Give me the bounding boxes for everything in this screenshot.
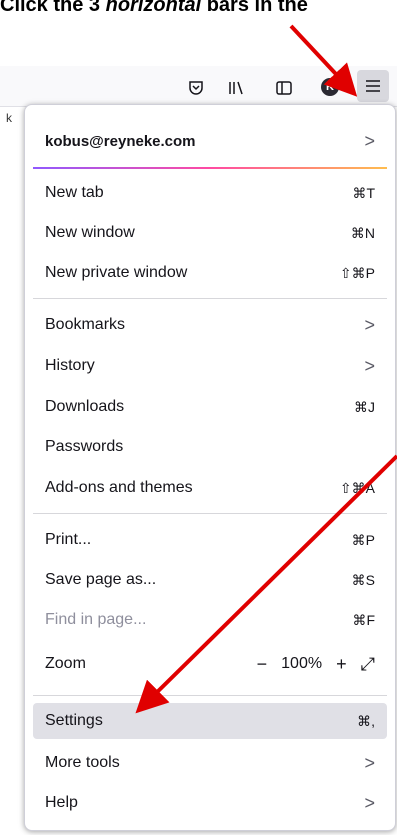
menu-item-more-tools[interactable]: More tools >	[33, 745, 387, 781]
library-icon[interactable]	[224, 76, 248, 100]
instruction-caption: Click the 3 horizontal bars in the	[0, 0, 308, 16]
account-avatar[interactable]: K	[321, 78, 339, 96]
menu-divider	[33, 513, 387, 514]
shortcut-label: ⇧⌘P	[339, 264, 375, 281]
chevron-right-icon: >	[364, 130, 375, 151]
menu-item-downloads[interactable]: Downloads ⌘J	[33, 389, 387, 425]
menu-item-print[interactable]: Print... ⌘P	[33, 522, 387, 558]
pocket-icon[interactable]	[184, 76, 208, 100]
menu-item-label: Passwords	[45, 438, 124, 455]
menu-item-label: History	[45, 357, 95, 374]
shortcut-label: ⌘P	[351, 531, 375, 548]
menu-item-new-tab[interactable]: New tab ⌘T	[33, 175, 387, 211]
menu-divider	[33, 695, 387, 696]
app-menu-panel: kobus@reyneke.com > New tab ⌘T New windo…	[24, 104, 396, 831]
zoom-controls: − 100% + ⤢	[257, 654, 375, 675]
zoom-level[interactable]: 100%	[281, 655, 322, 673]
menu-item-label: Settings	[45, 712, 103, 729]
shortcut-label: ⇧⌘A	[339, 479, 375, 496]
menu-item-label: Add-ons and themes	[45, 479, 193, 496]
menu-item-find-in-page[interactable]: Find in page... ⌘F	[33, 602, 387, 638]
shortcut-label: ⌘N	[350, 224, 375, 241]
shortcut-label: ⌘,	[357, 712, 375, 729]
menu-item-label: Save page as...	[45, 571, 157, 588]
fullscreen-icon[interactable]: ⤢	[361, 654, 375, 675]
menu-item-label: More tools	[45, 754, 120, 771]
chevron-right-icon: >	[364, 355, 375, 376]
shortcut-label: ⌘T	[352, 184, 375, 201]
zoom-in-button[interactable]: +	[336, 654, 347, 675]
shortcut-label: ⌘J	[354, 398, 375, 415]
chevron-right-icon: >	[364, 314, 375, 335]
menu-item-label: Bookmarks	[45, 316, 126, 333]
menu-item-bookmarks[interactable]: Bookmarks >	[33, 307, 387, 343]
menu-item-new-private-window[interactable]: New private window ⇧⌘P	[33, 255, 387, 291]
zoom-out-button[interactable]: −	[257, 654, 268, 675]
account-item[interactable]: kobus@reyneke.com >	[33, 123, 387, 159]
menu-item-zoom: Zoom − 100% + ⤢	[33, 646, 387, 682]
menu-item-label: New tab	[45, 184, 104, 201]
menu-item-label: Print...	[45, 531, 92, 548]
shortcut-label: ⌘S	[351, 571, 375, 588]
menu-item-label: Zoom	[45, 655, 86, 672]
hamburger-menu-icon[interactable]	[361, 74, 385, 98]
menu-item-history[interactable]: History >	[33, 348, 387, 384]
menu-item-label: Find in page...	[45, 611, 147, 628]
menu-item-help[interactable]: Help >	[33, 785, 387, 821]
account-email: kobus@reyneke.com	[45, 132, 196, 150]
menu-item-label: Downloads	[45, 398, 125, 415]
menu-item-passwords[interactable]: Passwords	[33, 429, 387, 465]
chevron-right-icon: >	[364, 792, 375, 813]
shortcut-label: ⌘F	[352, 611, 375, 628]
account-divider	[33, 167, 387, 169]
menu-item-save-page[interactable]: Save page as... ⌘S	[33, 562, 387, 598]
menu-item-new-window[interactable]: New window ⌘N	[33, 215, 387, 251]
menu-item-label: New window	[45, 224, 135, 241]
menu-item-addons-themes[interactable]: Add-ons and themes ⇧⌘A	[33, 470, 387, 506]
chevron-right-icon: >	[364, 752, 375, 773]
menu-divider	[33, 298, 387, 299]
menu-item-settings[interactable]: Settings ⌘,	[33, 703, 387, 739]
menu-item-label: Help	[45, 794, 78, 811]
menu-item-label: New private window	[45, 264, 188, 281]
sidebar-icon[interactable]	[272, 76, 296, 100]
